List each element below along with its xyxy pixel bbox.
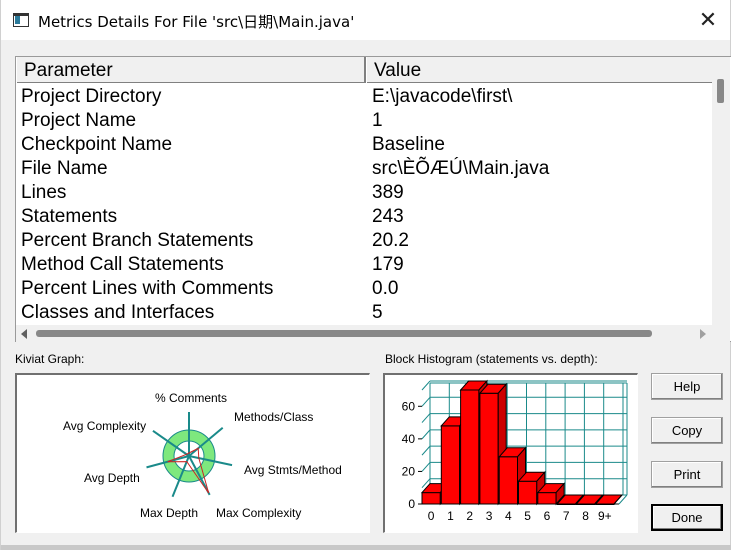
metrics-list[interactable]: Parameter Value Project Directory E:\java… <box>15 56 731 342</box>
help-button[interactable]: Help <box>651 373 723 400</box>
horizontal-scrollbar[interactable] <box>16 325 730 342</box>
value-cell: 389 <box>372 182 404 203</box>
copy-button[interactable]: Copy <box>651 417 723 444</box>
table-row[interactable]: Statements 243 <box>16 205 712 229</box>
window-bottom-edge <box>1 545 731 550</box>
parameter-cell: Method Call Statements <box>21 254 224 275</box>
table-row[interactable]: File Name src\ÈÕÆÚ\Main.java <box>16 157 712 181</box>
kiviat-axis-label: Methods/Class <box>234 410 313 424</box>
window-title: Metrics Details For File 'src\日期\Main.ja… <box>38 13 355 31</box>
histogram-gridline-side <box>421 445 431 456</box>
app-window-icon <box>13 13 29 27</box>
histogram-bar <box>460 389 480 505</box>
histogram-x-tick-label: 4 <box>505 509 512 523</box>
scroll-right-arrow-icon[interactable] <box>700 329 706 339</box>
parameter-cell: Statements <box>21 206 118 227</box>
list-header: Parameter Value <box>16 57 712 83</box>
parameter-cell: Classes and Interfaces <box>21 302 215 323</box>
table-row[interactable]: Lines 389 <box>16 181 712 205</box>
value-cell: 20.2 <box>372 230 409 251</box>
value-cell: 179 <box>372 254 404 275</box>
value-cell: 1 <box>372 110 383 131</box>
histogram-x-tick-label: 7 <box>563 509 570 523</box>
column-header-parameter[interactable]: Parameter <box>16 57 366 83</box>
parameter-cell: Lines <box>21 182 67 203</box>
vertical-scroll-thumb[interactable] <box>717 79 724 103</box>
vertical-scrollbar[interactable] <box>712 57 730 325</box>
kiviat-axis-label: Avg Stmts/Method <box>244 463 342 477</box>
histogram-gridline-side <box>421 396 431 407</box>
histogram-y-tick-label: 20 <box>402 464 416 478</box>
table-row[interactable]: Checkpoint Name Baseline <box>16 133 712 157</box>
title-bar: Metrics Details For File 'src\日期\Main.ja… <box>1 0 730 40</box>
histogram-y-tick-label: 0 <box>408 497 415 511</box>
histogram-x-tick-label: 1 <box>447 509 454 523</box>
histogram-gridline-side <box>421 462 431 472</box>
kiviat-axis-label: Max Complexity <box>216 506 301 520</box>
histogram-bar <box>498 456 518 505</box>
parameter-cell: Percent Branch Statements <box>21 230 254 251</box>
value-cell: src\ÈÕÆÚ\Main.java <box>372 158 550 179</box>
histogram-gridline-side <box>421 413 431 423</box>
parameter-cell: Percent Lines with Comments <box>21 278 274 299</box>
histogram-x-tick-label: 8 <box>582 509 589 523</box>
kiviat-graph-panel: % Comments Methods/Class Avg Stmts/Method M… <box>15 373 370 533</box>
close-button[interactable]: ✕ <box>692 4 724 36</box>
histogram-x-tick-label: 5 <box>524 509 531 523</box>
value-cell: 243 <box>372 206 404 227</box>
table-row[interactable]: Method Call Statements 179 <box>16 253 712 277</box>
histogram-y-tick-label: 40 <box>402 432 416 446</box>
parameter-cell: Project Directory <box>21 86 162 107</box>
histogram-bar <box>518 480 538 505</box>
table-row[interactable]: Percent Lines with Comments 0.0 <box>16 277 712 301</box>
kiviat-axis-label: Avg Depth <box>84 471 140 485</box>
kiviat-axis-label: % Comments <box>155 391 227 405</box>
print-button[interactable]: Print <box>651 461 723 488</box>
kiviat-graph-label: Kiviat Graph: <box>15 352 85 366</box>
block-histogram-chart: 02040600 1 2 3 4 5 6 7 8 9+ <box>402 379 628 523</box>
value-cell: 0.0 <box>372 278 399 299</box>
parameter-cell: Project Name <box>21 110 137 131</box>
value-cell: 5 <box>372 302 383 323</box>
histogram-x-tick-label: 3 <box>486 509 493 523</box>
value-cell: E:\javacode\first\ <box>372 86 513 107</box>
block-histogram-label: Block Histogram (statements vs. depth): <box>385 352 598 366</box>
histogram-gridline-side <box>421 380 431 391</box>
column-header-value[interactable]: Value <box>366 57 712 83</box>
histogram-bar <box>440 425 461 505</box>
histogram-x-tick-label: 2 <box>466 509 473 523</box>
table-row[interactable]: Classes and Interfaces 5 <box>16 301 712 325</box>
histogram-x-tick-label: 9+ <box>598 509 612 523</box>
scroll-left-arrow-icon[interactable] <box>21 329 27 339</box>
table-row[interactable]: Percent Branch Statements 20.2 <box>16 229 712 253</box>
table-row[interactable]: Project Name 1 <box>16 109 712 133</box>
histogram-x-tick-label: 6 <box>544 509 551 523</box>
block-histogram-panel: 0 20 40 60 0 1 2 3 4 5 6 7 8 9+ <box>383 373 638 533</box>
histogram-gridline-side <box>421 429 431 440</box>
histogram-bar <box>537 492 557 505</box>
metrics-details-window: Metrics Details For File 'src\日期\Main.ja… <box>0 0 731 550</box>
kiviat-axis-label: Avg Complexity <box>63 419 146 433</box>
kiviat-axis-label: Max Depth <box>140 506 198 520</box>
table-row[interactable]: Project Directory E:\javacode\first\ <box>16 85 712 109</box>
histogram-bar <box>421 492 441 505</box>
horizontal-scroll-thumb[interactable] <box>36 330 652 337</box>
value-cell: Baseline <box>372 134 445 155</box>
parameter-cell: Checkpoint Name <box>21 134 173 155</box>
done-button[interactable]: Done <box>651 504 723 531</box>
histogram-y-tick-label: 60 <box>402 399 416 413</box>
histogram-x-tick-label: 0 <box>428 509 435 523</box>
list-body: Project Directory E:\javacode\first\ Proje… <box>16 85 712 325</box>
kiviat-graph: % Comments Methods/Class Avg Stmts/Method M… <box>63 391 342 520</box>
parameter-cell: File Name <box>21 158 108 179</box>
histogram-bar <box>479 392 499 505</box>
